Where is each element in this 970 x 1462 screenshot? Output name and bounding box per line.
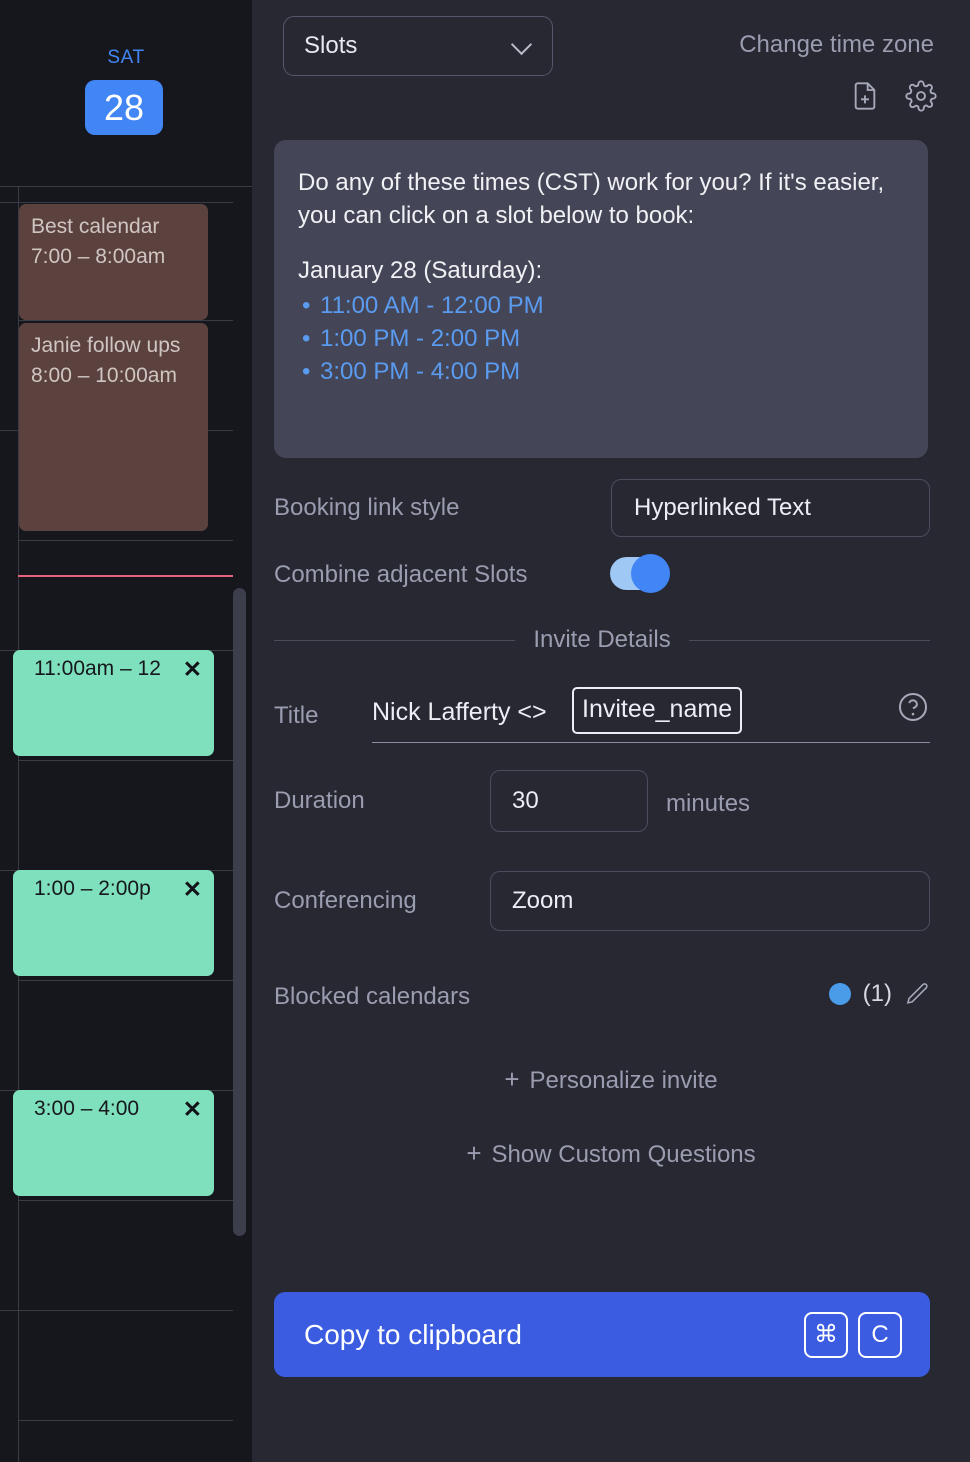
keyboard-shortcut-group: ⌘ C (804, 1311, 902, 1358)
close-icon[interactable]: ✕ (183, 658, 202, 681)
invite-details-divider: Invite Details (274, 626, 931, 654)
divider-line-right (688, 639, 931, 641)
booking-link-style-value: Hyperlinked Text (634, 494, 811, 521)
message-time-item[interactable]: 11:00 AM - 12:00 PM (298, 289, 904, 322)
blocked-calendars-row: Blocked calendars (1) (274, 980, 930, 1014)
calendar-gridline (18, 1420, 233, 1421)
booking-link-style-row: Booking link style Hyperlinked Text (274, 479, 930, 537)
duration-row: Duration 30 minutes (274, 770, 930, 832)
blocked-calendars-controls: (1) (828, 980, 930, 1008)
show-custom-questions-label: Show Custom Questions (491, 1141, 756, 1168)
calendar-scrollbar[interactable] (233, 588, 246, 1236)
calendar-gridline (18, 1200, 233, 1201)
blocked-calendars-count: (1) (862, 980, 892, 1007)
message-time-item[interactable]: 1:00 PM - 2:00 PM (298, 322, 904, 355)
calendar-grid: Best calendar 7:00 – 8:00am Janie follow u… (0, 187, 252, 1462)
calendar-event[interactable]: Janie follow ups 8:00 – 10:00am (19, 323, 208, 531)
conferencing-label: Conferencing (274, 887, 417, 914)
booking-link-style-label: Booking link style (274, 494, 460, 521)
title-underline (372, 742, 930, 743)
message-time-item[interactable]: 3:00 PM - 4:00 PM (298, 355, 904, 388)
gear-icon[interactable] (905, 80, 937, 112)
combine-slots-label: Combine adjacent Slots (274, 561, 528, 588)
calendar-gridline (18, 320, 233, 321)
chevron-down-icon (512, 36, 532, 56)
help-circle-icon[interactable] (896, 690, 930, 724)
calendar-day-number[interactable]: 28 (85, 80, 163, 135)
close-icon[interactable]: ✕ (183, 1098, 202, 1121)
calendar-event-title: Janie follow ups (31, 334, 181, 357)
divider-line-left (274, 639, 516, 641)
mode-select[interactable]: Slots (283, 16, 553, 76)
conferencing-row: Conferencing Zoom (274, 871, 930, 931)
personalize-invite-label: Personalize invite (529, 1067, 718, 1094)
duration-unit: minutes (666, 790, 751, 817)
slot-label: 1:00 – 2:00p (34, 877, 151, 900)
duration-label: Duration (274, 787, 365, 814)
message-preview[interactable]: Do any of these times (CST) work for you… (274, 140, 928, 458)
calendar-gridline (18, 540, 233, 541)
title-variable-token[interactable]: Invitee_name (572, 687, 743, 734)
personalize-invite-button[interactable]: + Personalize invite (252, 1064, 970, 1095)
booking-link-style-select[interactable]: Hyperlinked Text (611, 479, 930, 537)
combine-slots-toggle[interactable] (610, 554, 670, 593)
calendar-event-title: Best calendar (31, 215, 160, 238)
keyboard-key: ⌘ (804, 1311, 848, 1358)
panel-icon-row (849, 80, 937, 112)
slot-label: 11:00am – 12 (34, 657, 161, 680)
plus-icon: + (466, 1138, 482, 1168)
calendar-proposed-slot[interactable]: 3:00 – 4:00 ✕ (13, 1090, 214, 1196)
app-root: SAT 28 Best calendar 7:00 – 8:00am Janie f… (0, 0, 970, 1462)
mode-select-value: Slots (304, 32, 358, 59)
invite-details-title: Invite Details (533, 626, 671, 653)
calendar-event[interactable]: Best calendar 7:00 – 8:00am (19, 204, 208, 320)
change-timezone-link[interactable]: Change time zone (739, 31, 934, 59)
conferencing-value: Zoom (512, 887, 574, 914)
pencil-icon[interactable] (904, 981, 930, 1007)
calendar-event-time: 8:00 – 10:00am (31, 364, 177, 387)
close-icon[interactable]: ✕ (183, 878, 202, 901)
title-label: Title (274, 702, 319, 729)
calendar-gridline (0, 202, 233, 203)
duration-value: 30 (512, 787, 539, 814)
current-time-line (18, 575, 233, 577)
message-date-header: January 28 (Saturday): (298, 257, 543, 284)
calendar-gridline (18, 760, 233, 761)
calendar-day-header: SAT 28 (0, 0, 252, 187)
toggle-knob (631, 554, 670, 593)
calendar-column: SAT 28 Best calendar 7:00 – 8:00am Janie f… (0, 0, 252, 1462)
blocked-calendars-label: Blocked calendars (274, 983, 471, 1010)
calendar-gridline (18, 980, 233, 981)
copy-button-label: Copy to clipboard (304, 1318, 522, 1350)
calendar-day-label: SAT (107, 47, 145, 68)
keyboard-key: C (858, 1311, 902, 1358)
duration-input[interactable]: 30 (490, 770, 648, 832)
show-custom-questions-button[interactable]: + Show Custom Questions (252, 1138, 970, 1169)
scheduling-panel: Slots Change time zone Do any of these t… (252, 0, 970, 1462)
calendar-color-dot (828, 983, 851, 1005)
message-time-list: 11:00 AM - 12:00 PM1:00 PM - 2:00 PM3:00… (298, 289, 904, 388)
calendar-proposed-slot[interactable]: 1:00 – 2:00p ✕ (13, 870, 214, 976)
calendar-event-time: 7:00 – 8:00am (31, 245, 166, 268)
calendar-proposed-slot[interactable]: 11:00am – 12 ✕ (13, 650, 214, 756)
plus-icon: + (504, 1064, 520, 1094)
new-document-icon[interactable] (849, 80, 881, 112)
combine-slots-row: Combine adjacent Slots (274, 554, 930, 593)
conferencing-select[interactable]: Zoom (490, 871, 930, 931)
title-prefix-text[interactable]: Nick Lafferty <> (372, 698, 547, 727)
calendar-gridline (0, 1310, 233, 1311)
message-intro: Do any of these times (CST) work for you… (298, 169, 885, 229)
title-row: Title Nick Lafferty <> Invitee_name (274, 687, 930, 743)
slot-label: 3:00 – 4:00 (34, 1097, 140, 1120)
copy-to-clipboard-button[interactable]: Copy to clipboard ⌘ C (274, 1292, 930, 1377)
